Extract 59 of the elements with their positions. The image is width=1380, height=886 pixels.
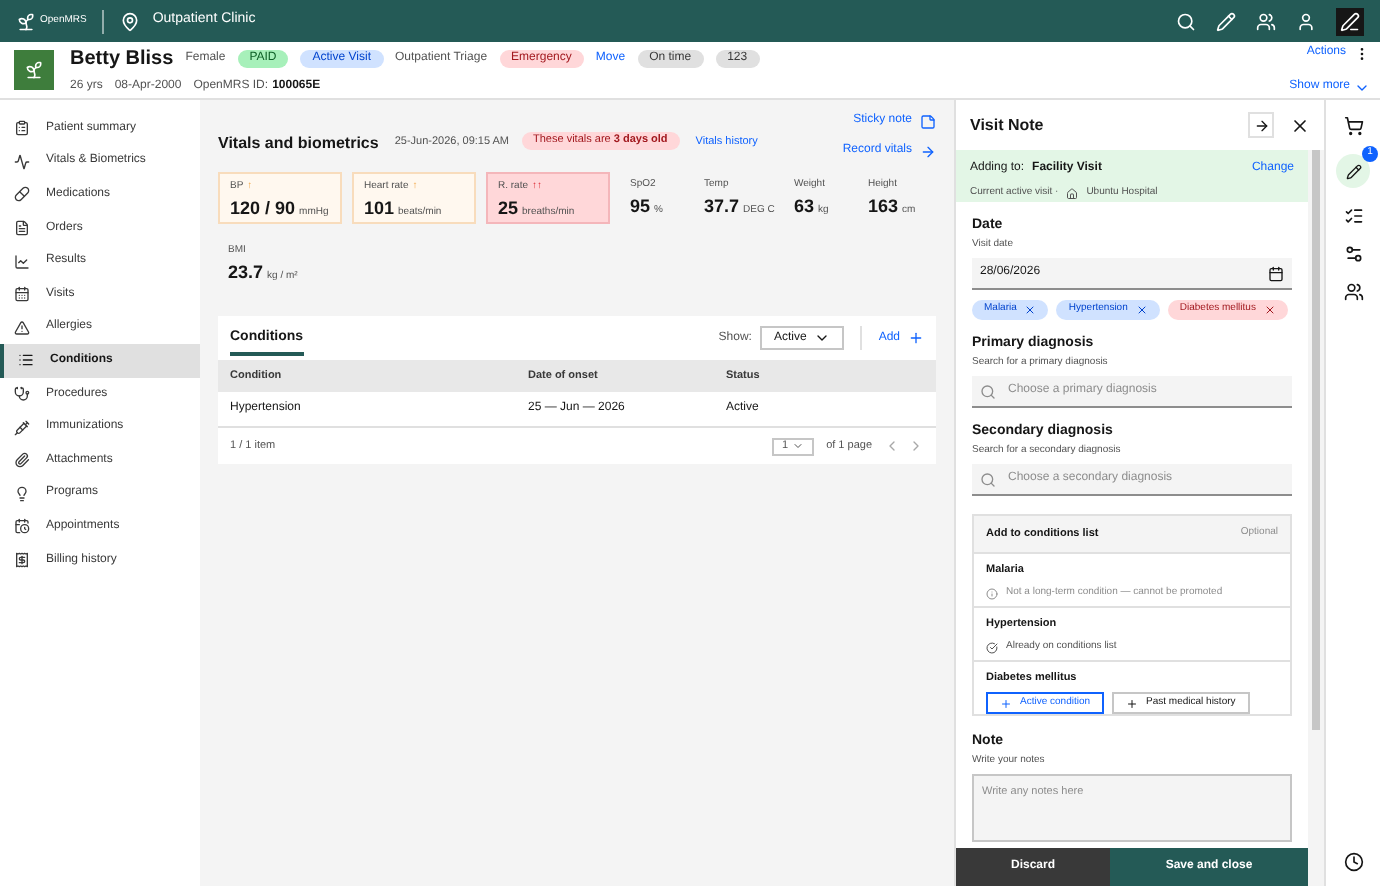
vital-value: 25 <box>498 195 519 221</box>
cart-icon[interactable] <box>1343 116 1363 136</box>
pencil-icon <box>1345 163 1361 179</box>
paperclip-icon <box>14 452 30 469</box>
info-icon <box>986 588 998 600</box>
chart-icon <box>14 253 30 270</box>
vital-value: 23.7 <box>228 259 264 285</box>
vital-value: 120 / 90 <box>230 195 296 221</box>
vital-value: 163 <box>868 193 899 219</box>
list-icon <box>18 352 34 369</box>
syringe-icon <box>14 419 30 436</box>
remove-icon[interactable] <box>1024 304 1037 316</box>
clock-icon[interactable] <box>1343 852 1363 872</box>
warning-icon <box>14 319 30 336</box>
remove-icon[interactable] <box>1135 304 1148 316</box>
plus-icon <box>1000 697 1012 710</box>
scrollbar-thumb[interactable] <box>1312 150 1320 730</box>
section-title: Vitals and biometrics <box>218 132 379 156</box>
vital-value: 101 <box>364 195 395 221</box>
pulse-icon <box>14 153 30 170</box>
visit-note-tab[interactable] <box>1336 154 1370 188</box>
search-icon[interactable] <box>1176 11 1196 31</box>
search-icon <box>980 383 996 399</box>
patient-name: Betty Bliss <box>70 46 174 74</box>
logo-icon <box>16 11 36 31</box>
check-icon <box>986 642 998 654</box>
edit-button[interactable] <box>1336 7 1364 35</box>
list-icon[interactable] <box>1343 206 1363 226</box>
sprout-icon <box>24 60 44 80</box>
search-icon <box>980 471 996 487</box>
stethoscope-icon <box>14 386 30 403</box>
lightbulb-icon <box>14 485 30 502</box>
expand-button[interactable] <box>1248 112 1274 138</box>
pill-icon <box>14 186 30 203</box>
users-icon[interactable] <box>1343 282 1363 302</box>
user-icon[interactable] <box>1296 11 1316 31</box>
location-icon <box>120 11 141 31</box>
plus-icon <box>1126 697 1139 710</box>
note-icon <box>920 113 936 129</box>
close-icon[interactable] <box>1290 115 1310 135</box>
vital-value: 63 <box>794 193 815 219</box>
plus-icon <box>908 330 924 346</box>
remove-icon[interactable] <box>1263 304 1276 316</box>
calendar-icon <box>1268 265 1284 281</box>
arrow-right-icon <box>1253 117 1269 133</box>
arrow-right-icon <box>920 143 936 159</box>
document-icon <box>14 220 30 237</box>
calendar-icon <box>14 518 30 535</box>
chevron-down-icon <box>814 330 831 346</box>
pencil-icon <box>1340 11 1360 31</box>
users-icon[interactable] <box>1256 11 1276 31</box>
pencil-icon[interactable] <box>1216 11 1236 31</box>
vital-value: 95 <box>630 193 651 219</box>
calendar-icon <box>14 286 30 303</box>
clipboard-icon <box>14 120 30 137</box>
receipt-icon <box>14 552 30 569</box>
chevron-down-icon <box>792 440 805 452</box>
panel-title: Visit Note <box>970 113 1044 137</box>
vital-value: 37.7 <box>704 193 740 219</box>
